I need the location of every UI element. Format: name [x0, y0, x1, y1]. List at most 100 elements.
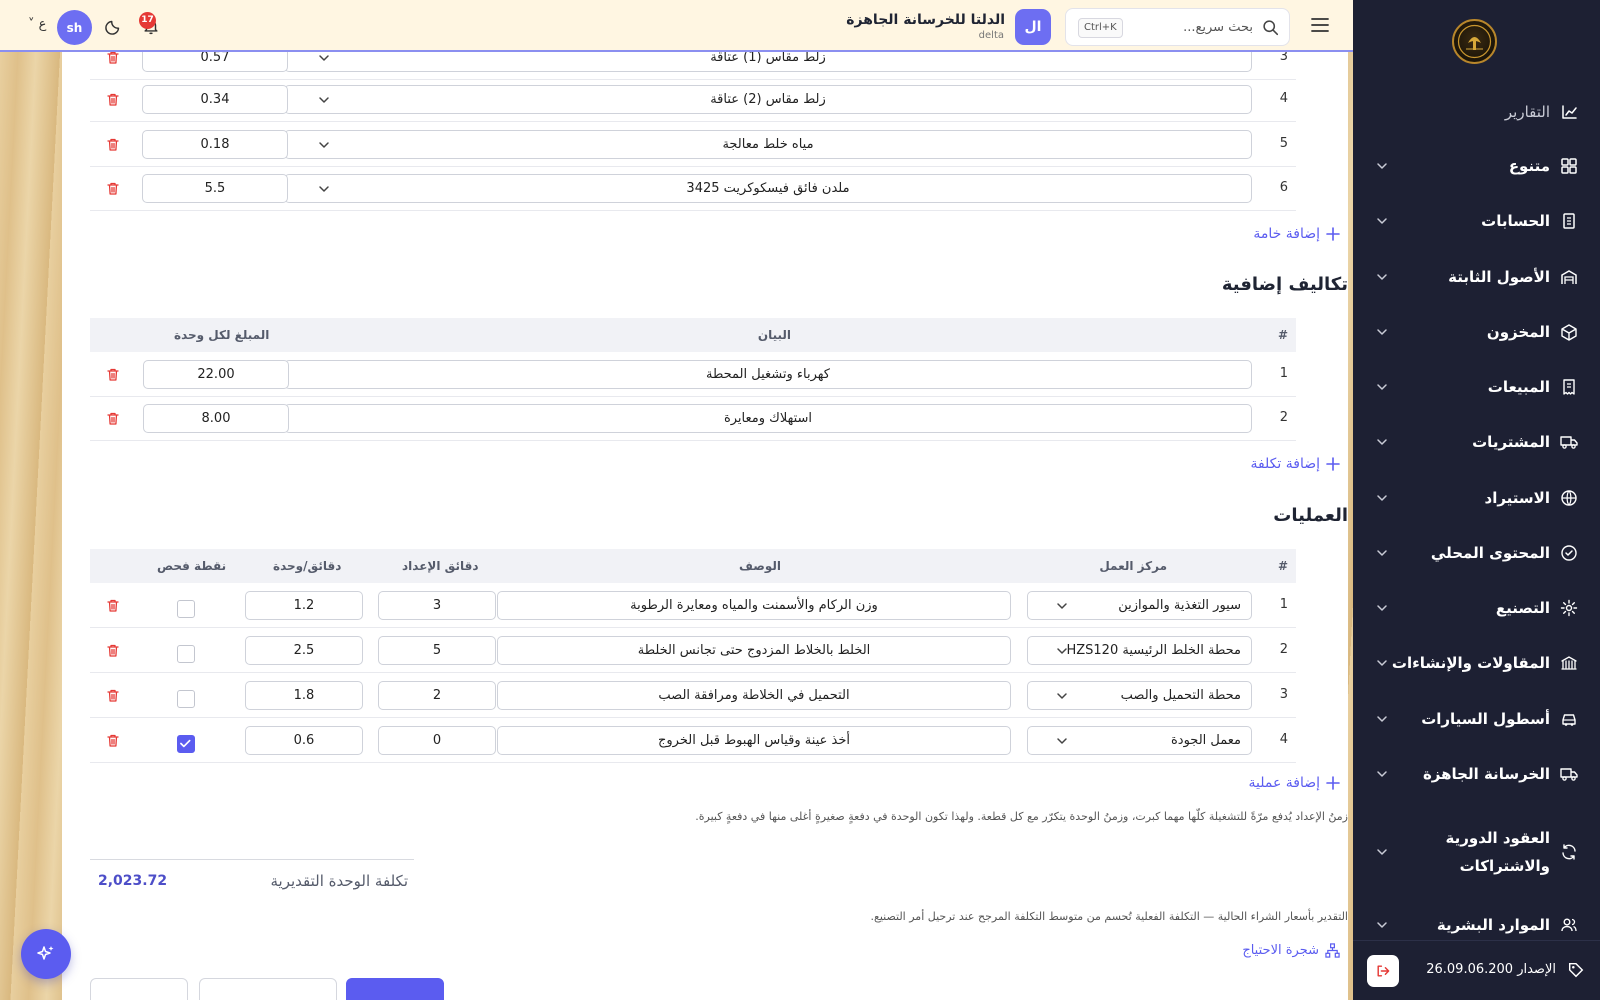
row-number: 3	[1279, 52, 1288, 64]
company-logo[interactable]	[1452, 19, 1497, 64]
operation-description: التحميل في الخلاطة ومرافقة الصب	[658, 688, 850, 703]
row-number: 4	[1279, 91, 1288, 106]
minutes-per-unit-input[interactable]: 1.2	[245, 591, 363, 620]
primary-action-button[interactable]	[346, 978, 444, 1000]
sidebar-item-11[interactable]: أسطول السيارات	[1353, 691, 1600, 747]
chevron-down-icon	[1377, 550, 1387, 556]
setup-minutes-input[interactable]: 3	[378, 591, 496, 620]
setup-minutes: 0	[432, 733, 442, 748]
setup-minutes-input[interactable]: 0	[378, 726, 496, 755]
cost-amount: 22.00	[197, 367, 235, 382]
language-switch[interactable]: ˅ ع	[28, 17, 46, 32]
operation-description-input[interactable]: الخلط بالخلاط المزدوج حتى تجانس الخلطة	[497, 636, 1011, 665]
header-setup-minutes: دقائق الإعداد	[402, 559, 479, 573]
add-operation-link[interactable]: إضافة عملية	[1248, 775, 1340, 791]
chevron-down-icon: ˅	[28, 17, 35, 32]
sidebar-item-10[interactable]: المقاولات والإنشاءات	[1353, 635, 1600, 691]
material-name: زلط مقاس (2) عتاقة	[710, 92, 826, 107]
trash-icon[interactable]	[106, 598, 120, 613]
material-select[interactable]: زلط مقاس (1) عتاقة	[284, 52, 1252, 72]
cost-row: 1 كهرباء وتشغيل المحطة 22.00	[90, 352, 1296, 397]
warehouse-icon	[1561, 270, 1577, 284]
cost-amount-input[interactable]: 22.00	[143, 360, 289, 389]
sidebar-item-1[interactable]: متنوع	[1353, 138, 1600, 194]
sidebar-item-9[interactable]: التصنيع	[1353, 580, 1600, 636]
logout-button[interactable]	[1367, 955, 1399, 987]
sidebar-item-0[interactable]: التقارير	[1353, 84, 1600, 140]
minutes-per-unit-input[interactable]: 0.6	[245, 726, 363, 755]
header-minutes-per-unit: دقائق/وحدة	[273, 559, 342, 573]
add-material-label: إضافة خامة	[1253, 226, 1320, 242]
extra-costs-title: تكاليف إضافية	[1221, 274, 1348, 295]
users-icon	[1561, 918, 1577, 932]
minutes-per-unit-input[interactable]: 2.5	[245, 636, 363, 665]
quantity-value: 0.57	[200, 52, 230, 65]
company-name: الدلتا للخرسانة الجاهزة	[846, 12, 1005, 28]
trash-icon[interactable]	[106, 92, 120, 107]
row-number: 2	[1279, 642, 1288, 657]
search-box[interactable]: Ctrl+K	[1065, 8, 1290, 46]
moon-icon[interactable]	[105, 17, 123, 35]
checkpoint-checkbox[interactable]	[177, 645, 195, 663]
ledger-icon	[1563, 213, 1575, 229]
material-select[interactable]: ملدن فائق فيسكوكريت 3425	[284, 174, 1252, 203]
search-input[interactable]	[1143, 17, 1253, 37]
trash-icon[interactable]	[106, 688, 120, 703]
trash-icon[interactable]	[106, 643, 120, 658]
add-material-link[interactable]: إضافة خامة	[1253, 226, 1340, 242]
quantity-input[interactable]: 5.5	[142, 174, 288, 203]
chevron-down-icon	[1057, 648, 1067, 654]
menu-icon[interactable]	[1311, 17, 1329, 33]
globe-icon	[1561, 490, 1577, 506]
checkpoint-checkbox[interactable]	[177, 690, 195, 708]
chevron-down-icon	[1377, 439, 1387, 445]
material-select[interactable]: زلط مقاس (2) عتاقة	[284, 85, 1252, 114]
trash-icon[interactable]	[106, 367, 120, 382]
checkpoint-checkbox[interactable]	[177, 735, 195, 753]
sidebar-item-7[interactable]: الاستيراد	[1353, 470, 1600, 526]
minutes-per-unit-input[interactable]: 1.8	[245, 681, 363, 710]
sidebar-item-2[interactable]: الحسابات	[1353, 193, 1600, 249]
logout-icon	[1377, 965, 1390, 977]
sidebar-item-3[interactable]: الأصول الثابتة	[1353, 249, 1600, 305]
operation-description-input[interactable]: التحميل في الخلاطة ومرافقة الصب	[497, 681, 1011, 710]
quantity-value: 0.18	[200, 137, 230, 152]
trash-icon[interactable]	[106, 137, 120, 152]
trash-icon[interactable]	[106, 411, 120, 426]
user-avatar[interactable]: sh	[57, 10, 92, 45]
requirements-tree-link[interactable]: شجرة الاحتياج	[1242, 943, 1340, 958]
sidebar-item-8[interactable]: المحتوى المحلي	[1353, 525, 1600, 581]
setup-minutes-input[interactable]: 5	[378, 636, 496, 665]
operation-description-input[interactable]: وزن الركام والأسمنت والمياه ومعايرة الرط…	[497, 591, 1011, 620]
setup-minutes: 3	[432, 598, 442, 613]
material-select[interactable]: مياه خلط معالجة	[284, 130, 1252, 159]
sidebar-item-4[interactable]: المخزون	[1353, 304, 1600, 360]
quantity-input[interactable]: 0.18	[142, 130, 288, 159]
sidebar-item-6[interactable]: المشتريات	[1353, 414, 1600, 470]
setup-minutes-input[interactable]: 2	[378, 681, 496, 710]
unit-cost-value: 2,023.72	[98, 873, 168, 889]
truck-icon	[1560, 436, 1578, 449]
cost-description-input[interactable]: استهلاك ومعايرة	[284, 404, 1252, 433]
cost-amount-input[interactable]: 8.00	[143, 404, 289, 433]
chevron-down-icon	[1377, 716, 1387, 722]
trash-icon[interactable]	[106, 733, 120, 748]
ai-assistant-button[interactable]	[21, 929, 71, 979]
company-avatar[interactable]: ال	[1015, 9, 1051, 45]
minutes-per-unit: 1.2	[293, 598, 315, 613]
plus-icon	[1326, 457, 1340, 471]
operation-description-input[interactable]: أخذ عينة وقياس الهبوط قبل الخروج	[497, 726, 1011, 755]
trash-icon[interactable]	[106, 181, 120, 196]
hierarchy-icon	[1325, 943, 1340, 958]
sidebar-item-5[interactable]: المبيعات	[1353, 359, 1600, 415]
quantity-input[interactable]: 0.34	[142, 85, 288, 114]
cost-description-input[interactable]: كهرباء وتشغيل المحطة	[284, 360, 1252, 389]
checkpoint-checkbox[interactable]	[177, 600, 195, 618]
trash-icon[interactable]	[106, 52, 120, 65]
add-cost-link[interactable]: إضافة تكلفة	[1250, 456, 1340, 472]
sidebar-item-12[interactable]: الخرسانة الجاهزة	[1353, 746, 1600, 802]
sidebar-item-13[interactable]: العقود الدورية والاشتراكات	[1353, 808, 1600, 896]
quantity-input[interactable]: 0.57	[142, 52, 288, 72]
secondary-action-button[interactable]	[199, 978, 337, 1000]
tertiary-action-button[interactable]	[90, 978, 188, 1000]
